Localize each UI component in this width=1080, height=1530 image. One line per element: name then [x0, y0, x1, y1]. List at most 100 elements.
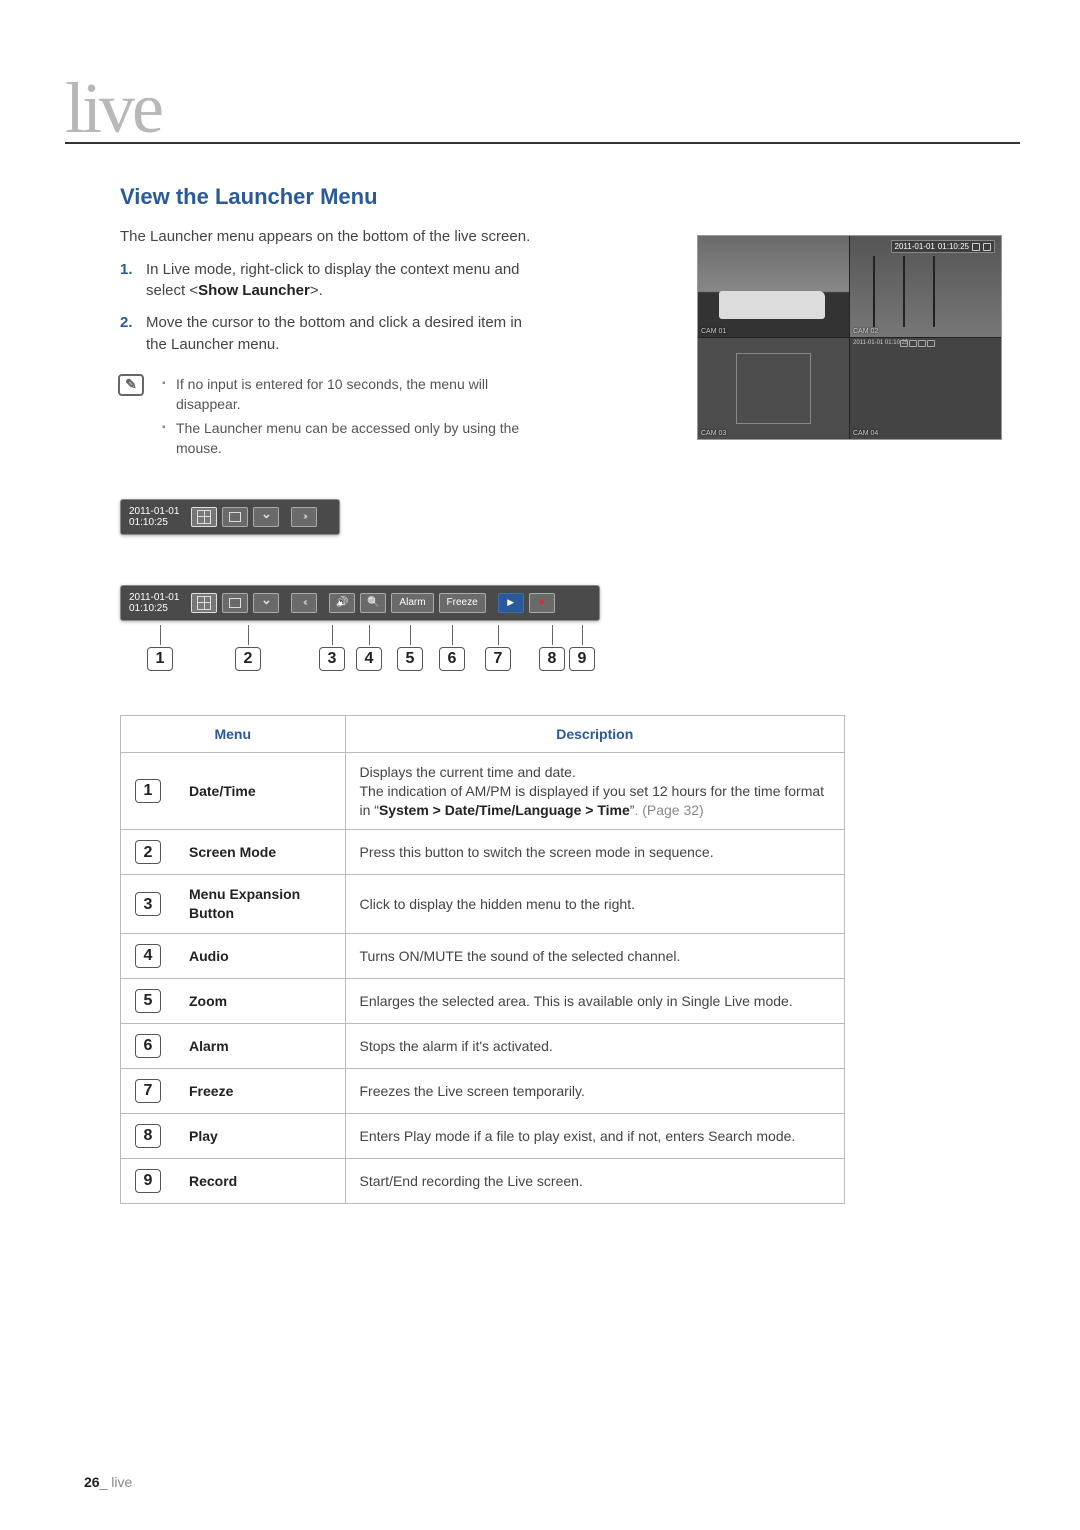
dvr-cam4: 2011-01-01 01:10:25 CAM 04 — [850, 338, 1001, 439]
launcher-date: 2011-01-01 — [129, 592, 179, 603]
screen-mode-single-button[interactable] — [222, 593, 248, 613]
section-title: View the Launcher Menu — [120, 184, 1020, 210]
callout-6: 6 — [439, 647, 465, 671]
row-desc: Enters Play mode if a file to play exist… — [345, 1114, 845, 1159]
mini-controls — [900, 340, 935, 347]
screen-mode-dropdown-button[interactable] — [253, 507, 279, 527]
row-name: Zoom — [175, 979, 345, 1024]
row-num: 5 — [135, 989, 161, 1013]
row-name: Date/Time — [175, 752, 345, 830]
footer-section: live — [111, 1474, 132, 1490]
launcher-bar-expanded: 2011-01-01 01:10:25 Alarm Freeze — [120, 585, 600, 621]
table-row: 5 Zoom Enlarges the selected area. This … — [121, 979, 845, 1024]
row-desc: Turns ON/MUTE the sound of the selected … — [345, 934, 845, 979]
table-row: 8 Play Enters Play mode if a file to pla… — [121, 1114, 845, 1159]
launcher-time: 01:10:25 — [129, 603, 179, 614]
callout-8: 8 — [539, 647, 565, 671]
header-rule — [65, 142, 1020, 144]
table-row: 4 Audio Turns ON/MUTE the sound of the s… — [121, 934, 845, 979]
row-name: Alarm — [175, 1024, 345, 1069]
row-num: 3 — [135, 892, 161, 916]
step1-bold: Show Launcher — [198, 282, 310, 299]
row-name: Play — [175, 1114, 345, 1159]
cam-label: CAM 01 — [701, 328, 726, 335]
alarm-button[interactable]: Alarm — [391, 593, 433, 613]
table-row: 9 Record Start/End recording the Live sc… — [121, 1159, 845, 1204]
row-num: 9 — [135, 1169, 161, 1193]
row-num: 8 — [135, 1124, 161, 1148]
callout-2: 2 — [235, 647, 261, 671]
row-name: Audio — [175, 934, 345, 979]
th-menu: Menu — [121, 715, 346, 752]
cam-label: CAM 03 — [701, 430, 726, 437]
row-num: 7 — [135, 1079, 161, 1103]
page-ref: . (Page 32) — [634, 802, 703, 818]
launcher-datetime: 2011-01-01 01:10:25 — [129, 506, 179, 528]
table-row: 6 Alarm Stops the alarm if it's activate… — [121, 1024, 845, 1069]
callout-5: 5 — [397, 647, 423, 671]
osd-date: 2011-01-01 — [895, 242, 935, 251]
row-num: 2 — [135, 840, 161, 864]
screen-mode-dropdown-button[interactable] — [253, 593, 279, 613]
step-2: Move the cursor to the bottom and click … — [120, 312, 530, 356]
step1-post: >. — [310, 282, 323, 299]
zoom-button[interactable] — [360, 593, 386, 613]
screen-mode-single-button[interactable] — [222, 507, 248, 527]
th-description: Description — [345, 715, 845, 752]
row-desc: Freezes the Live screen temporarily. — [345, 1069, 845, 1114]
row-name: Record — [175, 1159, 345, 1204]
callout-row: 1 2 3 4 5 6 7 8 9 — [120, 625, 600, 675]
table-row: 7 Freeze Freezes the Live screen tempora… — [121, 1069, 845, 1114]
menu-description-table: Menu Description 1 Date/Time Displays th… — [120, 715, 845, 1204]
osd-status-icon — [983, 243, 991, 251]
launcher-bar-collapsed: 2011-01-01 01:10:25 — [120, 499, 340, 535]
cam-label: CAM 04 — [853, 430, 878, 437]
audio-button[interactable] — [329, 593, 355, 613]
page-number: 26 — [84, 1474, 100, 1490]
row-name: Screen Mode — [175, 830, 345, 875]
table-row: 1 Date/Time Displays the current time an… — [121, 752, 845, 830]
menu-expansion-button[interactable] — [291, 507, 317, 527]
menu-collapse-button[interactable] — [291, 593, 317, 613]
desc-line: Displays the current time and date. — [360, 764, 576, 780]
callout-4: 4 — [356, 647, 382, 671]
dvr-cam3: CAM 03 — [698, 338, 849, 439]
row-num: 4 — [135, 944, 161, 968]
launcher-datetime: 2011-01-01 01:10:25 — [129, 592, 179, 614]
callout-7: 7 — [485, 647, 511, 671]
dvr-cam1: CAM 01 — [698, 236, 849, 337]
dvr-screenshot: CAM 01 CAM 02 CAM 03 2011-01-01 01:10:25… — [697, 235, 1002, 440]
record-button[interactable] — [529, 593, 555, 613]
row-num: 1 — [135, 779, 161, 803]
note-item-1: If no input is entered for 10 seconds, t… — [164, 374, 530, 415]
callout-3: 3 — [319, 647, 345, 671]
osd-time: 01:10:25 — [938, 242, 969, 251]
freeze-button[interactable]: Freeze — [439, 593, 486, 613]
table-row: 2 Screen Mode Press this button to switc… — [121, 830, 845, 875]
note-item-2: The Launcher menu can be accessed only b… — [164, 418, 530, 459]
callout-9: 9 — [569, 647, 595, 671]
table-row: 3 Menu Expansion Button Click to display… — [121, 875, 845, 934]
callout-1: 1 — [147, 647, 173, 671]
play-button[interactable] — [498, 593, 524, 613]
row-desc: Stops the alarm if it's activated. — [345, 1024, 845, 1069]
osd-user-icon — [972, 243, 980, 251]
dvr-osd-bar: 2011-01-01 01:10:25 — [891, 240, 995, 253]
setting-path: System > Date/Time/Language > Time — [379, 802, 630, 818]
row-desc: Click to display the hidden menu to the … — [345, 875, 845, 934]
note-icon: ✎ — [118, 374, 144, 396]
cam-label: CAM 02 — [853, 328, 878, 335]
screen-mode-quad-button[interactable] — [191, 593, 217, 613]
screen-mode-quad-button[interactable] — [191, 507, 217, 527]
row-name: Freeze — [175, 1069, 345, 1114]
row-desc: Start/End recording the Live screen. — [345, 1159, 845, 1204]
footer-underscore: _ — [100, 1474, 112, 1490]
row-num: 6 — [135, 1034, 161, 1058]
row-name: Menu Expansion Button — [175, 875, 345, 934]
page-footer: 26_ live — [84, 1474, 132, 1490]
launcher-date: 2011-01-01 — [129, 506, 179, 517]
page-header-logo: live — [65, 80, 1020, 138]
launcher-time: 01:10:25 — [129, 517, 179, 528]
row-desc: Enlarges the selected area. This is avai… — [345, 979, 845, 1024]
step-1: In Live mode, right-click to display the… — [120, 259, 530, 303]
